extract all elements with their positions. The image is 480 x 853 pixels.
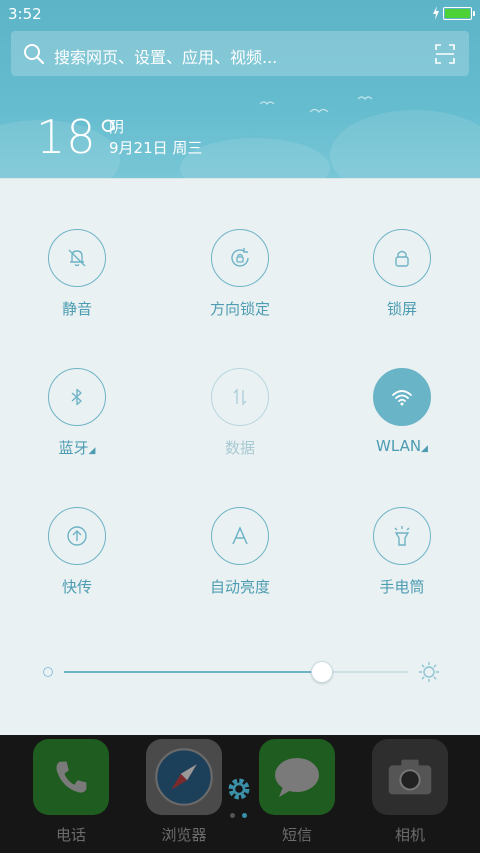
toggle-label: 锁屏 <box>386 300 417 318</box>
toggle-circle[interactable] <box>211 368 269 426</box>
toggle-circle[interactable] <box>373 507 431 565</box>
brightness-thumb[interactable] <box>311 661 333 683</box>
notification-header: 3:52 搜索网页、设置、应用、视频... 18° 阴 9月21日 周三 <box>0 0 480 178</box>
search-icon <box>24 44 45 65</box>
search-placeholder: 搜索网页、设置、应用、视频... <box>54 48 278 67</box>
scan-icon[interactable] <box>435 44 455 64</box>
toggle-circle[interactable] <box>211 229 269 287</box>
status-bar: 3:52 <box>0 0 480 28</box>
brightness-low-icon <box>43 667 53 677</box>
toggle-circle[interactable] <box>211 507 269 565</box>
cloud-decoration <box>180 138 330 178</box>
toggle-circle[interactable] <box>373 368 431 426</box>
toggle-label: 自动亮度 <box>209 578 270 596</box>
dock-app-label: 浏览器 <box>161 826 207 844</box>
toggle-label: 快传 <box>61 578 92 596</box>
search-bar[interactable]: 搜索网页、设置、应用、视频... <box>11 31 469 76</box>
camera-icon[interactable] <box>372 739 448 815</box>
dock-app-phone[interactable]: 电话 <box>33 739 109 849</box>
birds-decoration <box>259 96 373 113</box>
weather-date: 9月21日 周三 <box>109 139 203 157</box>
toggle-quick-transfer[interactable]: 快传 <box>7 507 147 617</box>
status-time: 3:52 <box>8 5 42 23</box>
upload-icon <box>67 526 87 546</box>
rotation-lock-icon <box>231 248 249 267</box>
toggle-label: 方向锁定 <box>209 300 270 318</box>
wifi-icon <box>392 390 412 406</box>
toggle-circle[interactable] <box>373 229 431 287</box>
page-dot <box>230 813 235 818</box>
toggle-auto-brightness[interactable]: 自动亮度 <box>170 507 310 617</box>
charging-icon <box>433 6 439 20</box>
brightness-high-icon <box>418 661 440 683</box>
toggle-mute[interactable]: 静音 <box>7 229 147 339</box>
dock-app-camera[interactable]: 相机 <box>372 739 448 849</box>
toggle-circle[interactable] <box>48 368 106 426</box>
toggle-label: WLAN◢ <box>376 437 428 455</box>
menu-indicator: ◢ <box>421 444 428 454</box>
gear-icon[interactable] <box>223 773 255 805</box>
weather-condition: 阴 <box>109 118 125 136</box>
page-indicator <box>230 813 250 819</box>
battery-fill <box>445 9 470 18</box>
toggle-lock-screen[interactable]: 锁屏 <box>332 229 472 339</box>
bluetooth-icon <box>71 388 82 406</box>
toggle-label: 蓝牙◢ <box>58 439 96 457</box>
dock-app-messages[interactable]: 短信 <box>259 739 335 849</box>
toggle-circle[interactable] <box>48 507 106 565</box>
brightness-fill <box>64 671 322 673</box>
toggle-label: 数据 <box>224 439 255 457</box>
bell-off-icon <box>68 249 86 267</box>
toggle-bluetooth[interactable]: 蓝牙◢ <box>7 368 147 478</box>
brightness-slider[interactable] <box>40 657 440 687</box>
menu-indicator: ◢ <box>88 446 96 456</box>
flashlight-icon <box>394 526 410 546</box>
data-arrows-icon <box>233 388 247 406</box>
dock-app-label: 相机 <box>394 826 425 844</box>
dock-app-browser[interactable]: 浏览器 <box>146 739 222 849</box>
quick-settings-panel: 静音 方向锁定 锁屏 蓝牙◢ 数据 WLAN◢ 快传 自动亮度 手电筒 <box>0 178 480 735</box>
weather-temperature[interactable]: 18° <box>36 110 121 164</box>
lock-icon <box>395 250 409 267</box>
dock-app-label: 短信 <box>281 826 312 844</box>
dock-app-label: 电话 <box>55 826 86 844</box>
compass-icon[interactable] <box>146 739 222 815</box>
toggle-wlan[interactable]: WLAN◢ <box>332 368 472 478</box>
toggle-label: 手电筒 <box>379 578 425 596</box>
toggle-circle[interactable] <box>48 229 106 287</box>
battery-icon <box>443 7 475 20</box>
message-bubble-icon[interactable] <box>259 739 335 815</box>
page-dot-active <box>242 813 247 818</box>
toggle-rotation-lock[interactable]: 方向锁定 <box>170 229 310 339</box>
phone-icon[interactable] <box>33 739 109 815</box>
brightness-track[interactable] <box>64 661 408 683</box>
letter-a-icon <box>232 526 248 545</box>
toggle-data[interactable]: 数据 <box>170 368 310 478</box>
toggle-flashlight[interactable]: 手电筒 <box>332 507 472 617</box>
home-dock: 电话 浏览器 短信 相机 <box>0 735 480 853</box>
toggle-label: 静音 <box>61 300 92 318</box>
